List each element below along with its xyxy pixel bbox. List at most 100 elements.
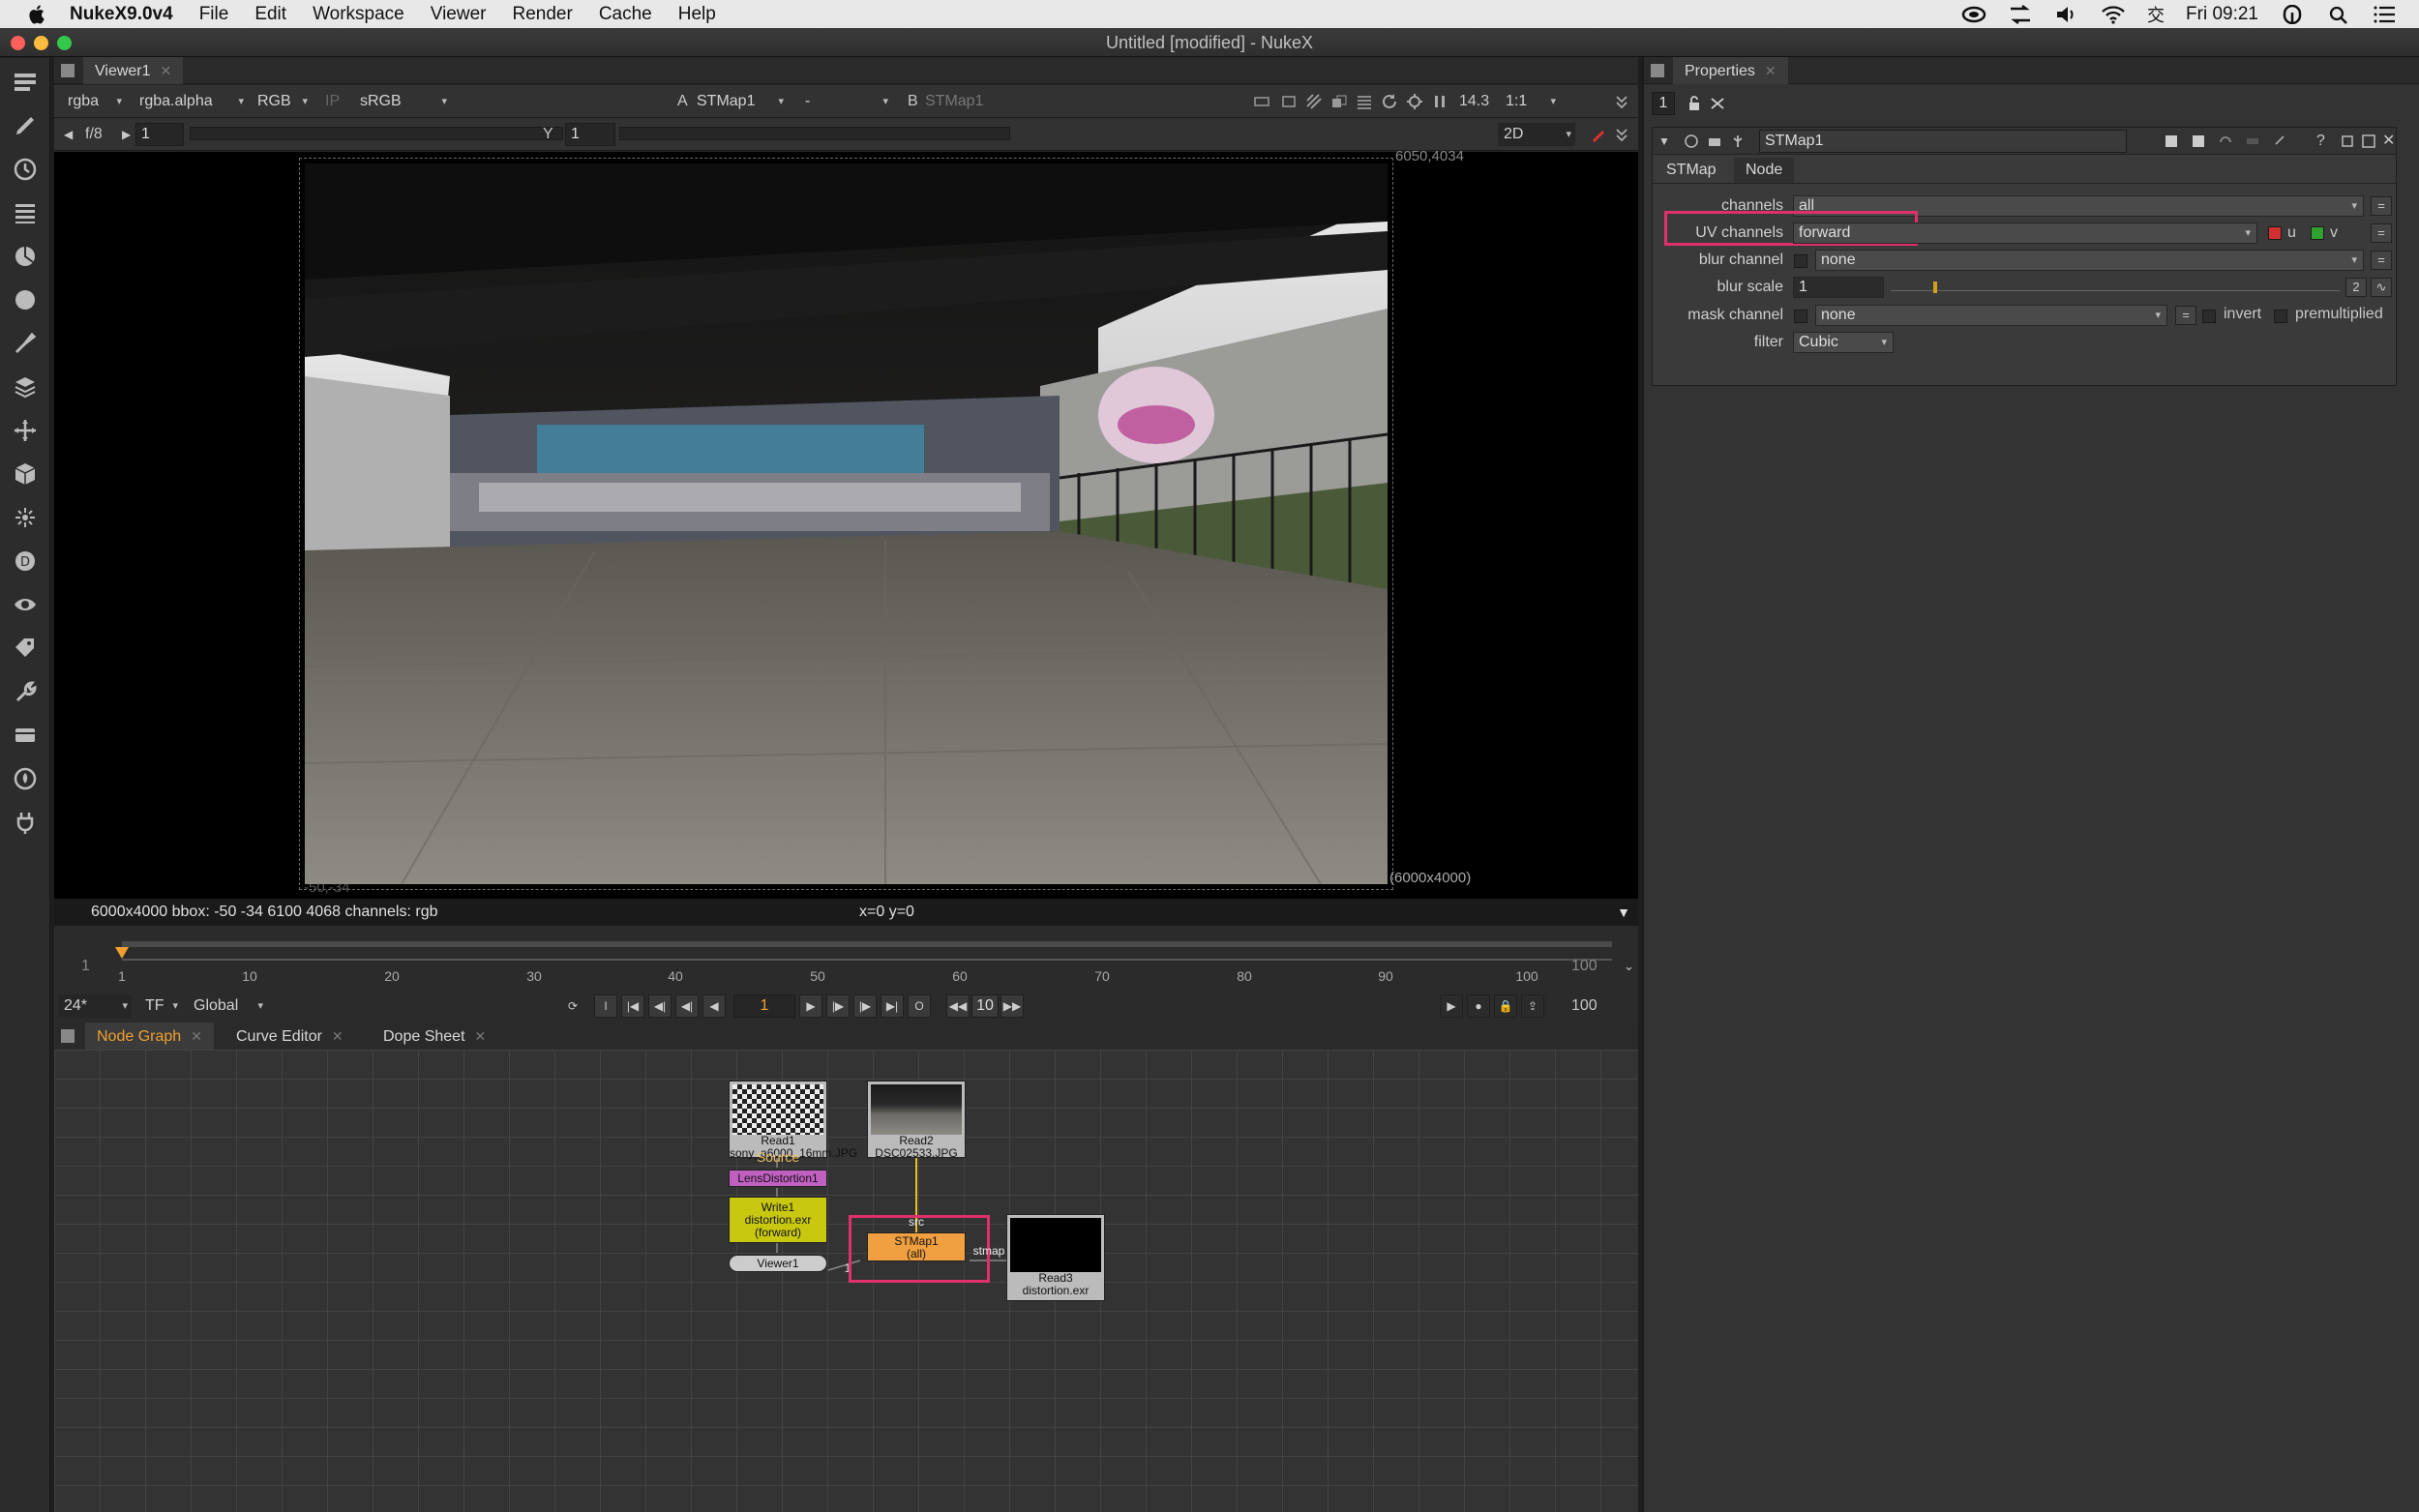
image-nodes-icon[interactable] — [11, 68, 40, 97]
display-channel-dropdown[interactable]: RGB ▾ — [252, 90, 312, 113]
loop-mode-icon[interactable]: ⟳ — [561, 994, 584, 1018]
sync-icon[interactable] — [2008, 4, 2033, 24]
frame-range-dropdown[interactable]: Global ▾ — [188, 994, 267, 1018]
3d-icon[interactable] — [11, 460, 40, 489]
flipbook-icon[interactable]: ▶ — [1440, 994, 1463, 1018]
gain-slider[interactable] — [190, 127, 563, 140]
premultiplied-checkbox[interactable] — [2274, 310, 2287, 323]
skip-forward-button[interactable]: ▶▶ — [1000, 994, 1024, 1018]
viewer-toggle-icon[interactable] — [1703, 130, 1726, 153]
menu-workspace[interactable]: Workspace — [313, 4, 404, 25]
time-icon[interactable] — [11, 155, 40, 184]
help-icon[interactable]: ? — [2316, 130, 2325, 153]
uv-channels-dropdown[interactable]: forward ▾ — [1793, 222, 2257, 244]
gamma-slider[interactable] — [619, 127, 1010, 140]
color-icon[interactable] — [11, 242, 40, 271]
gamma-input[interactable]: 1 — [565, 123, 615, 146]
blur-scale-curve-button[interactable]: ∿ — [2371, 278, 2392, 297]
language-icon[interactable]: 交 — [2147, 2, 2165, 27]
menubar-clock[interactable]: Fri 09:21 — [2186, 4, 2258, 25]
other-icon[interactable] — [11, 721, 40, 750]
menu-cache[interactable]: Cache — [599, 4, 652, 25]
record-icon[interactable]: ● — [1467, 994, 1490, 1018]
prev-keyframe-button[interactable]: ◀| — [648, 994, 672, 1018]
timeline-ruler[interactable]: 1 10 20 30 40 50 60 70 80 90 100 — [115, 941, 1612, 984]
volume-icon[interactable] — [2054, 5, 2079, 24]
collapse-icon[interactable]: ▼ — [1658, 130, 1670, 153]
list-icon[interactable] — [1353, 90, 1376, 113]
close-panel-icon[interactable]: ✕ — [2382, 130, 2395, 153]
close-node-graph-icon[interactable]: ✕ — [191, 1028, 202, 1044]
filter-icon[interactable] — [11, 285, 40, 314]
settings-gear-icon[interactable] — [1403, 90, 1426, 113]
tab-node[interactable]: Node — [1734, 158, 1795, 183]
blur-scale-slider-handle[interactable] — [1933, 282, 1937, 293]
alpha-channel-dropdown[interactable]: rgba.alpha ▾ — [134, 90, 248, 113]
props-panel-menu-icon[interactable] — [1646, 59, 1669, 82]
expand-toolbar-icon[interactable] — [1610, 90, 1633, 113]
stmap1-node[interactable]: STMap1 (all) — [867, 1232, 966, 1261]
skip-back-button[interactable]: ◀◀ — [946, 994, 970, 1018]
tab-dope-sheet[interactable]: Dope Sheet ✕ — [372, 1023, 497, 1050]
user-icon[interactable] — [2280, 4, 2305, 24]
ng-panel-menu-icon[interactable] — [56, 1024, 79, 1048]
ip-button[interactable]: IP — [325, 90, 340, 113]
minimize-panel-icon[interactable] — [2357, 130, 2380, 153]
node-info-icon[interactable] — [1680, 130, 1703, 153]
draw-icon[interactable] — [11, 111, 40, 140]
paint-brush-icon[interactable] — [1587, 123, 1610, 146]
channels-link-button[interactable]: = — [2371, 196, 2392, 216]
blur-scale-input[interactable]: 1 — [1793, 277, 1884, 298]
node-graph-canvas[interactable]: Read1 sony_a6000_16mm.JPG Read2 DSC02533… — [54, 1050, 1638, 1512]
menu-app[interactable]: NukeX9.0v4 — [70, 4, 173, 25]
views-icon[interactable] — [11, 590, 40, 619]
menu-render[interactable]: Render — [512, 4, 572, 25]
channel-icon[interactable] — [11, 198, 40, 227]
tab-curve-editor[interactable]: Curve Editor ✕ — [224, 1023, 355, 1050]
in-point-button[interactable]: I — [594, 994, 617, 1018]
revert-icon[interactable] — [2214, 130, 2237, 153]
undo-icon[interactable] — [2160, 130, 2183, 153]
furnace-icon[interactable] — [11, 764, 40, 793]
gain-prev-icon[interactable]: ◀ — [64, 123, 73, 146]
plugins-icon[interactable] — [11, 808, 40, 837]
blur-scale-slider[interactable] — [1891, 282, 2340, 293]
color-swatch-icon[interactable] — [2241, 130, 2264, 153]
export-icon[interactable]: ⇪ — [1521, 994, 1544, 1018]
blur-scale-dim-button[interactable]: 2 — [2345, 278, 2367, 297]
tab-node-graph[interactable]: Node Graph ✕ — [85, 1023, 214, 1050]
mask-overlay-icon[interactable] — [1277, 90, 1300, 113]
menu-file[interactable]: File — [199, 4, 229, 25]
deep-icon[interactable]: D — [11, 547, 40, 576]
max-panels-input[interactable]: 1 — [1652, 92, 1675, 115]
timeline-expand-icon[interactable]: ⌄ — [1624, 955, 1634, 978]
play-backward-button[interactable]: ◀ — [702, 994, 726, 1018]
roi-icon[interactable] — [1250, 90, 1273, 113]
creative-cloud-icon[interactable] — [1961, 5, 1986, 24]
refresh-icon[interactable] — [1378, 90, 1401, 113]
apple-icon[interactable] — [25, 2, 50, 27]
notification-center-icon[interactable] — [2373, 5, 2398, 24]
read3-node[interactable]: Read3 distortion.exr — [1006, 1214, 1105, 1301]
next-frame-button[interactable]: |▶ — [826, 994, 850, 1018]
keyer-icon[interactable] — [11, 329, 40, 358]
uv-channels-link-button[interactable]: = — [2371, 223, 2392, 243]
lock-panels-icon[interactable] — [1683, 92, 1706, 115]
last-frame-button[interactable]: ▶| — [881, 994, 904, 1018]
overlay-icon[interactable] — [1328, 90, 1351, 113]
invert-checkbox[interactable] — [2202, 310, 2216, 323]
viewer1-node[interactable]: Viewer1 — [729, 1255, 827, 1272]
link-icon[interactable] — [2268, 130, 2291, 153]
prev-frame-button[interactable]: ◀| — [675, 994, 699, 1018]
gain-input[interactable]: 1 — [135, 123, 184, 146]
close-tab-icon[interactable]: ✕ — [161, 63, 172, 78]
tab-stmap[interactable]: STMap — [1655, 158, 1728, 183]
input-b-dropdown[interactable]: STMap1 — [919, 90, 1026, 113]
mask-channel-link-button[interactable]: = — [2175, 306, 2196, 325]
close-curve-editor-icon[interactable]: ✕ — [332, 1028, 343, 1044]
wifi-icon[interactable] — [2101, 5, 2126, 24]
v-channel-checkbox[interactable] — [2311, 226, 2324, 240]
toolsets-icon[interactable] — [11, 677, 40, 706]
mask-channel-dropdown[interactable]: none ▾ — [1815, 305, 2167, 326]
read1-node[interactable]: Read1 sony_a6000_16mm.JPG — [729, 1081, 857, 1160]
